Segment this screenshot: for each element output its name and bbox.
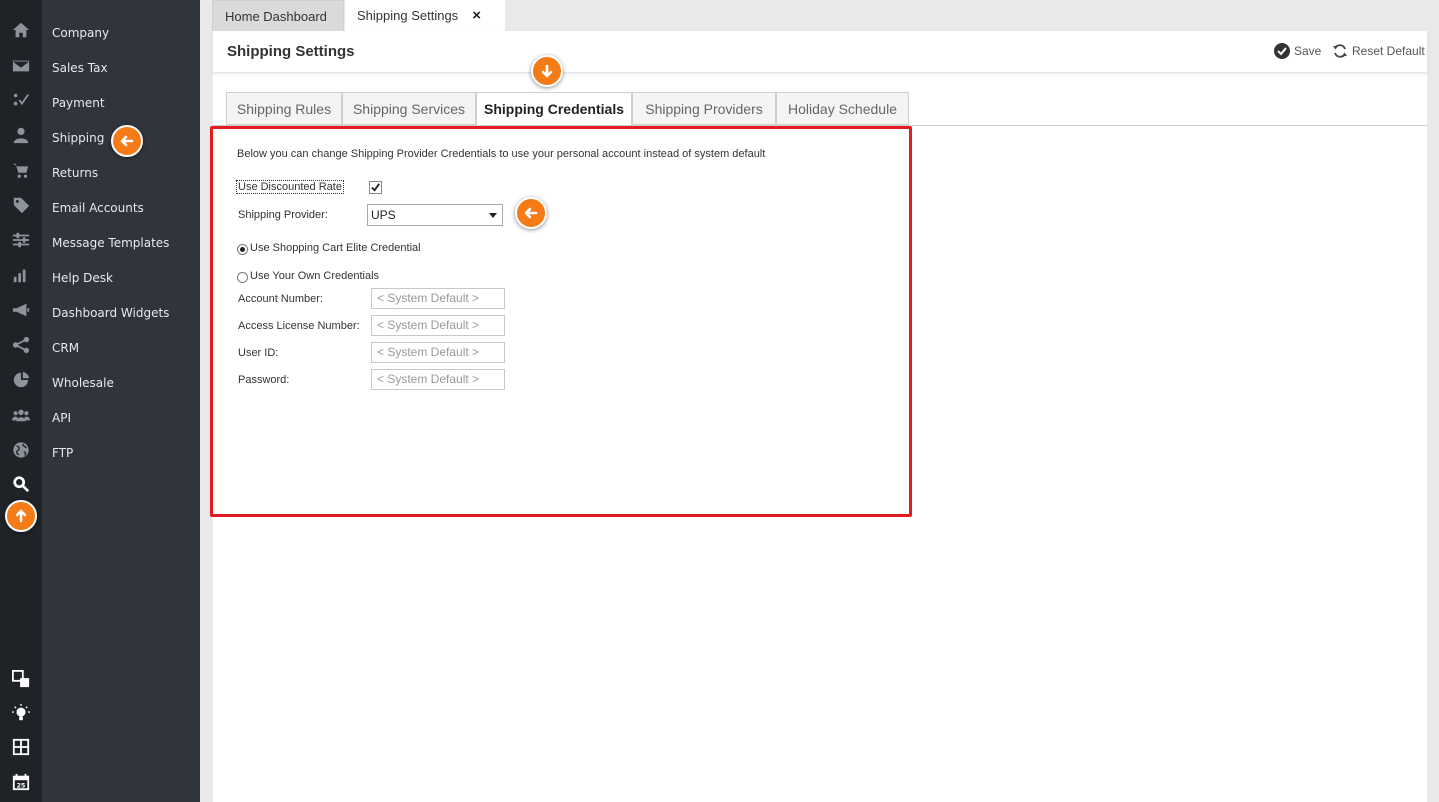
menu-item-crm[interactable]: CRM [52, 340, 79, 356]
access-license-number-input[interactable]: < System Default > [371, 315, 505, 336]
checkmark-icon [371, 183, 380, 192]
calendar-icon[interactable]: 25 [11, 772, 31, 792]
window-tab-label: Home Dashboard [225, 8, 327, 24]
mail-icon[interactable] [11, 56, 31, 76]
password-input[interactable]: < System Default > [371, 369, 505, 390]
radio-own-credentials-label[interactable]: Use Your Own Credentials [250, 270, 379, 282]
intro-text: Below you can change Shipping Provider C… [237, 148, 766, 160]
calculator-icon[interactable] [11, 737, 31, 757]
save-label: Save [1294, 44, 1322, 58]
menu-item-returns[interactable]: Returns [52, 165, 98, 181]
user-id-label: User ID: [238, 347, 279, 359]
user-icon[interactable] [11, 125, 31, 145]
settings-menu: Company Sales Tax Payment Shipping Retur… [42, 0, 200, 802]
menu-item-email-accounts[interactable]: Email Accounts [52, 200, 144, 216]
tag-icon[interactable] [11, 195, 31, 215]
menu-item-ftp[interactable]: FTP [52, 445, 73, 461]
save-button[interactable]: Save [1274, 43, 1321, 59]
tab-holiday-schedule[interactable]: Holiday Schedule [776, 92, 909, 125]
shipping-provider-label: Shipping Provider: [238, 209, 328, 221]
check-circle-icon [1274, 43, 1290, 59]
access-license-number-label: Access License Number: [238, 320, 360, 332]
close-icon[interactable]: × [472, 7, 481, 24]
group-icon[interactable] [11, 405, 31, 425]
menu-item-message-templates[interactable]: Message Templates [52, 235, 169, 251]
checklist-icon[interactable] [11, 90, 31, 110]
account-number-label: Account Number: [238, 293, 323, 305]
home-icon[interactable] [11, 20, 31, 40]
settings-panel: Shipping Settings Save Reset Default Shi… [210, 31, 1427, 802]
share-icon[interactable] [11, 335, 31, 355]
settings-gear-icon[interactable] [11, 474, 31, 494]
menu-item-shipping[interactable]: Shipping [52, 130, 104, 146]
radio-elite-credential-label[interactable]: Use Shopping Cart Elite Credential [250, 242, 421, 254]
window-tab-label: Shipping Settings [357, 8, 459, 23]
tab-shipping-providers[interactable]: Shipping Providers [632, 92, 776, 125]
panel-header: Shipping Settings Save Reset Default [213, 31, 1427, 73]
bar-chart-icon[interactable] [11, 265, 31, 285]
page-title: Shipping Settings [227, 43, 355, 60]
cart-icon[interactable] [11, 160, 31, 180]
pie-chart-icon[interactable] [11, 370, 31, 390]
tab-shipping-services[interactable]: Shipping Services [342, 92, 476, 125]
reset-default-button[interactable]: Reset Default [1332, 43, 1425, 59]
password-label: Password: [238, 374, 290, 386]
megaphone-icon[interactable] [11, 300, 31, 320]
menu-item-help-desk[interactable]: Help Desk [52, 270, 113, 286]
menu-item-api[interactable]: API [52, 410, 71, 426]
window-tab-shipping-settings[interactable]: Shipping Settings × [345, 0, 505, 31]
menu-item-wholesale[interactable]: Wholesale [52, 375, 114, 391]
use-discounted-rate-checkbox[interactable] [369, 181, 382, 194]
menu-item-company[interactable]: Company [52, 25, 109, 41]
use-discounted-rate-label[interactable]: Use Discounted Rate [236, 180, 344, 194]
arrow-left-callout-icon [111, 125, 143, 157]
shipping-provider-select[interactable]: UPS [367, 204, 503, 226]
window-layout-icon[interactable] [11, 669, 31, 689]
arrow-left-callout-icon [515, 197, 547, 229]
tab-shipping-credentials[interactable]: Shipping Credentials [476, 92, 632, 126]
menu-item-dashboard-widgets[interactable]: Dashboard Widgets [52, 305, 169, 321]
calendar-day: 25 [17, 782, 26, 789]
radio-elite-credential[interactable] [237, 244, 248, 255]
globe-icon[interactable] [11, 440, 31, 460]
lightbulb-icon[interactable] [11, 703, 31, 723]
arrow-down-callout-icon [531, 55, 563, 87]
icon-rail: 25 [0, 0, 42, 802]
tab-shipping-rules[interactable]: Shipping Rules [226, 92, 342, 125]
refresh-icon [1333, 44, 1347, 58]
arrow-up-callout-icon [5, 500, 37, 532]
radio-own-credentials[interactable] [237, 272, 248, 283]
window-tab-home-dashboard[interactable]: Home Dashboard [212, 0, 344, 31]
chevron-down-icon [489, 213, 497, 218]
menu-item-payment[interactable]: Payment [52, 95, 105, 111]
menu-item-sales-tax[interactable]: Sales Tax [52, 60, 108, 76]
sliders-icon[interactable] [11, 230, 31, 250]
account-number-input[interactable]: < System Default > [371, 288, 505, 309]
reset-default-label: Reset Default [1352, 44, 1425, 58]
shipping-provider-value: UPS [371, 208, 396, 222]
user-id-input[interactable]: < System Default > [371, 342, 505, 363]
